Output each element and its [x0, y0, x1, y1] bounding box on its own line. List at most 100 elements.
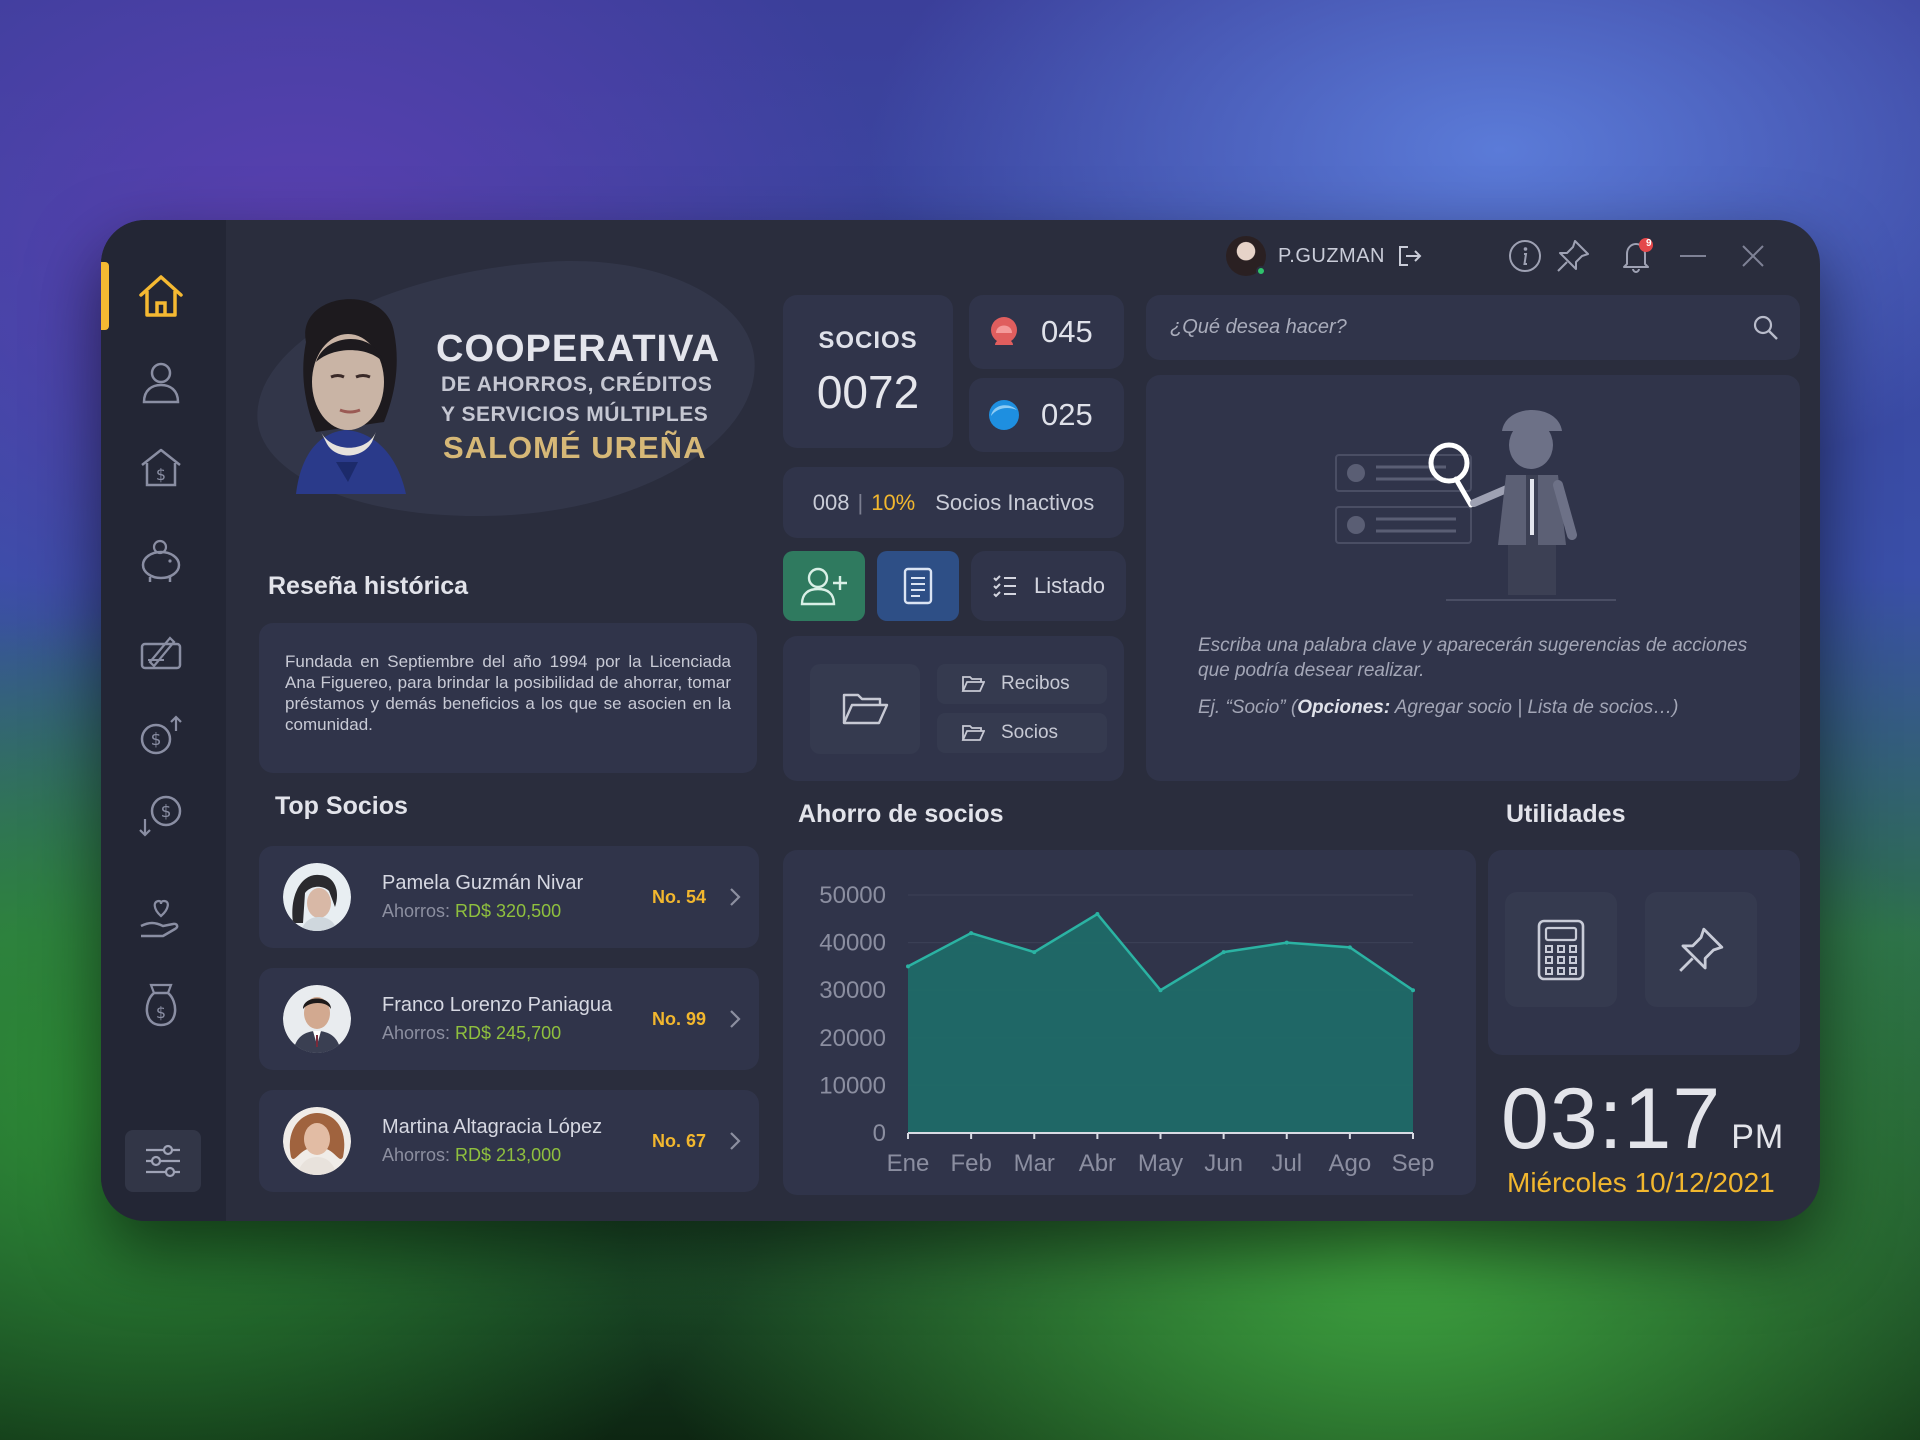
clock-ampm: PM — [1731, 1118, 1785, 1156]
folder-recibos[interactable]: Recibos — [937, 664, 1107, 704]
inactive-percent: 10% — [871, 489, 916, 515]
logout-icon[interactable] — [1397, 244, 1423, 268]
x-tick-label: Jun — [1204, 1150, 1243, 1177]
helper-example: Ej. “Socio” (Opciones: Agregar socio | L… — [1198, 697, 1679, 718]
settings-sliders-icon — [146, 1144, 180, 1178]
folder-label: Socios — [1001, 722, 1059, 743]
folder-icon — [961, 725, 985, 741]
info-icon — [1509, 240, 1541, 272]
money-down-icon: $ — [139, 795, 182, 837]
savings-amount: RD$ 213,000 — [455, 1145, 562, 1165]
nav-home[interactable] — [131, 266, 191, 326]
add-socio-button[interactable] — [783, 551, 865, 621]
female-icon — [991, 317, 1017, 345]
pin-icon — [1557, 240, 1589, 272]
notification-count: 9 — [1646, 238, 1652, 249]
nav-contracts[interactable] — [131, 622, 191, 682]
svg-text:$: $ — [156, 1003, 166, 1022]
male-count-card: 025 — [969, 378, 1124, 452]
clock: 03:17 PM — [1501, 1070, 1784, 1169]
female-count-card: 045 — [969, 295, 1124, 369]
avatar — [283, 1107, 351, 1175]
contract-icon — [140, 636, 182, 670]
pin-icon — [1679, 927, 1724, 972]
separator: | — [857, 489, 864, 515]
nav-savings[interactable] — [131, 530, 191, 590]
data-point — [1347, 945, 1352, 950]
settings-button[interactable] — [125, 1130, 201, 1192]
list-item[interactable]: Franco Lorenzo Paniagua Ahorros: RD$ 245… — [259, 968, 759, 1070]
pin-utility-button[interactable] — [1645, 892, 1757, 1007]
brand-title: COOPERATIVA — [436, 328, 721, 370]
savings-chart-card: 0 10000 20000 30000 40000 50000 Ene Feb Mar Abr Ma… — [783, 850, 1476, 1195]
chevron-right-icon[interactable] — [728, 1008, 742, 1030]
minimize-button[interactable] — [1671, 234, 1715, 278]
x-tick-label: Ene — [887, 1150, 930, 1177]
socios-total: 0072 — [816, 366, 920, 418]
savings-chart: 0 10000 20000 30000 40000 50000 Ene Feb Mar Abr Ma… — [819, 882, 1434, 1177]
folder-socios[interactable]: Socios — [937, 713, 1107, 753]
charity-hand-icon — [140, 899, 179, 938]
brand-subtitle-1: DE AHORROS, CRÉDITOS — [441, 373, 713, 396]
nav-socios[interactable] — [131, 352, 191, 412]
socio-number: No. 67 — [652, 1130, 707, 1151]
search-bar[interactable]: ¿Qué desea hacer? — [1146, 295, 1800, 360]
x-tick-label: Jul — [1271, 1150, 1302, 1177]
data-point — [1158, 988, 1163, 993]
data-point — [906, 964, 910, 969]
search-helper-panel: Escriba una palabra clave y aparecerán s… — [1146, 375, 1800, 781]
avatar — [283, 985, 351, 1053]
report-button[interactable] — [877, 551, 959, 621]
list-item[interactable]: Pamela Guzmán Nivar Ahorros: RD$ 320,500… — [259, 846, 759, 948]
svg-text:$: $ — [156, 465, 166, 484]
female-count: 045 — [1041, 314, 1093, 349]
user-menu[interactable]: P.GUZMAN — [1226, 232, 1426, 280]
nav-benefits[interactable] — [131, 888, 191, 948]
listado-button[interactable]: Listado — [971, 551, 1126, 621]
pin-button[interactable] — [1551, 234, 1595, 278]
money-up-icon: $ — [140, 715, 182, 755]
male-icon — [989, 400, 1019, 430]
search-icon[interactable] — [1752, 314, 1780, 342]
user-name: P.GUZMAN — [1278, 244, 1385, 267]
user-icon — [142, 362, 180, 404]
list-item[interactable]: Martina Altagracia López Ahorros: RD$ 21… — [259, 1090, 759, 1192]
data-point — [1221, 950, 1226, 955]
socios-total-card: SOCIOS 0072 — [783, 295, 953, 448]
bank-icon: $ — [141, 448, 181, 487]
utilities-title: Utilidades — [1506, 800, 1626, 828]
open-folder-button[interactable] — [810, 664, 920, 754]
info-button[interactable] — [1503, 234, 1547, 278]
y-tick-label: 10000 — [819, 1072, 886, 1099]
inactive-socios-card[interactable]: 008 | 10% Socios Inactivos — [783, 467, 1124, 538]
y-tick-label: 30000 — [819, 977, 886, 1004]
founder-portrait — [296, 299, 406, 494]
x-tick-label: May — [1138, 1150, 1183, 1177]
svg-text:$: $ — [161, 802, 172, 822]
add-user-icon — [800, 567, 847, 606]
chevron-right-icon[interactable] — [728, 886, 742, 908]
inactive-label: Socios Inactivos — [935, 489, 1095, 515]
calculator-button[interactable] — [1505, 892, 1617, 1007]
x-tick-label: Ago — [1329, 1150, 1372, 1177]
history-card: Fundada en Septiembre del año 1994 por l… — [259, 623, 757, 773]
close-icon — [1742, 245, 1764, 267]
nav-bank[interactable]: $ — [131, 438, 191, 498]
history-title: Reseña histórica — [268, 572, 469, 600]
nav-withdrawals[interactable]: $ — [131, 786, 191, 846]
close-button[interactable] — [1731, 234, 1775, 278]
avatar — [1226, 236, 1266, 276]
search-illustration — [1335, 410, 1616, 601]
nav-deposits[interactable]: $ — [131, 705, 191, 765]
home-icon — [139, 275, 183, 317]
utilities-card — [1488, 850, 1800, 1055]
history-text: Fundada en Septiembre del año 1994 por l… — [285, 652, 731, 734]
chevron-right-icon[interactable] — [728, 1130, 742, 1152]
folder-icon — [961, 676, 985, 692]
chart-title: Ahorro de socios — [798, 800, 1004, 828]
y-tick-label: 0 — [873, 1120, 886, 1147]
notifications-button[interactable]: 9 — [1615, 234, 1659, 278]
nav-loans[interactable]: $ — [131, 975, 191, 1035]
search-input[interactable]: ¿Qué desea hacer? — [1170, 316, 1752, 339]
socios-label: SOCIOS — [818, 327, 918, 354]
